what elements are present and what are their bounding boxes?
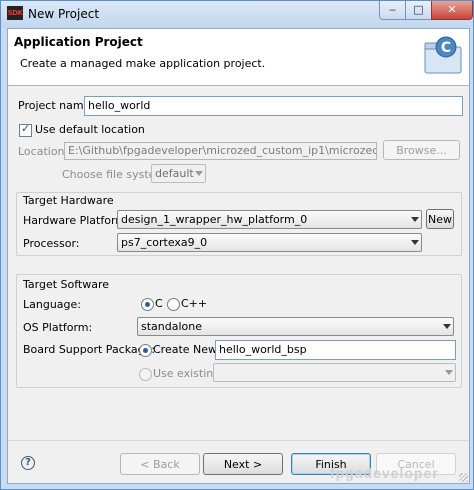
page-description: Create a managed make application projec… (20, 57, 266, 70)
window-title: New Project (28, 7, 100, 21)
help-icon[interactable]: ? (21, 456, 35, 470)
project-name-input[interactable] (84, 96, 463, 116)
location-input[interactable]: E:\Github\fpgadeveloper\microzed_custom_… (64, 142, 377, 160)
svg-text:C: C (441, 40, 451, 56)
use-default-location-label: Use default location (35, 123, 145, 136)
chevron-down-icon (445, 370, 453, 375)
hardware-platform-label: Hardware Platform: (23, 214, 130, 227)
hardware-platform-value: design_1_wrapper_hw_platform_0 (121, 213, 308, 226)
use-default-location-checkbox[interactable]: ✓ (19, 122, 32, 137)
new-project-window: SDK New Project ‒ □ ✕ Application Projec… (0, 0, 474, 490)
chevron-down-icon (411, 240, 419, 245)
hardware-platform-select[interactable]: design_1_wrapper_hw_platform_0 (117, 210, 422, 229)
use-existing-bsp-label: Use existing (153, 367, 221, 380)
language-c-label: C (155, 297, 163, 310)
target-software-title: Target Software (23, 278, 110, 291)
bsp-label: Board Support Package: (23, 343, 156, 356)
processor-select[interactable]: ps7_cortexa9_0 (117, 233, 422, 252)
os-platform-label: OS Platform: (23, 321, 93, 334)
create-new-bsp-label: Create New (153, 343, 218, 356)
browse-button[interactable]: Browse... (383, 140, 460, 160)
language-label: Language: (23, 298, 81, 311)
use-existing-bsp-radio[interactable] (139, 368, 152, 381)
dialog-client-area: Application Project Create a managed mak… (7, 28, 470, 484)
wizard-header: Application Project Create a managed mak… (8, 29, 469, 86)
footer-divider (8, 440, 469, 441)
chevron-down-icon (411, 217, 419, 222)
wizard-c-project-icon: C (424, 36, 462, 74)
minimize-button[interactable]: ‒ (379, 1, 406, 20)
new-hardware-platform-button[interactable]: New (426, 209, 454, 229)
file-system-select[interactable]: default (151, 164, 206, 183)
processor-label: Processor: (23, 237, 80, 250)
target-hardware-title: Target Hardware (23, 194, 114, 207)
project-name-label: Project name: (18, 99, 95, 112)
watermark-text: fpgadeveloper (330, 465, 439, 481)
bsp-name-input[interactable] (215, 340, 456, 360)
os-platform-select[interactable]: standalone (137, 317, 454, 336)
os-platform-value: standalone (141, 320, 203, 333)
chevron-down-icon (195, 171, 203, 176)
next-button[interactable]: Next > (203, 453, 283, 475)
sdk-app-icon: SDK (7, 6, 23, 20)
chevron-down-icon (443, 324, 451, 329)
location-label: Location: (18, 145, 69, 158)
language-cpp-radio[interactable] (167, 298, 180, 311)
close-button[interactable]: ✕ (431, 1, 473, 20)
maximize-button[interactable]: □ (405, 1, 432, 20)
language-cpp-label: C++ (181, 297, 208, 310)
language-c-radio[interactable] (141, 298, 154, 311)
back-button[interactable]: < Back (120, 453, 200, 475)
page-title: Application Project (14, 35, 143, 49)
create-new-bsp-radio[interactable] (139, 344, 152, 357)
title-bar[interactable]: SDK New Project ‒ □ ✕ (1, 1, 473, 27)
processor-value: ps7_cortexa9_0 (121, 236, 208, 249)
resize-grip[interactable] (459, 473, 468, 482)
existing-bsp-select[interactable] (213, 363, 456, 382)
file-system-value: default (155, 167, 194, 180)
